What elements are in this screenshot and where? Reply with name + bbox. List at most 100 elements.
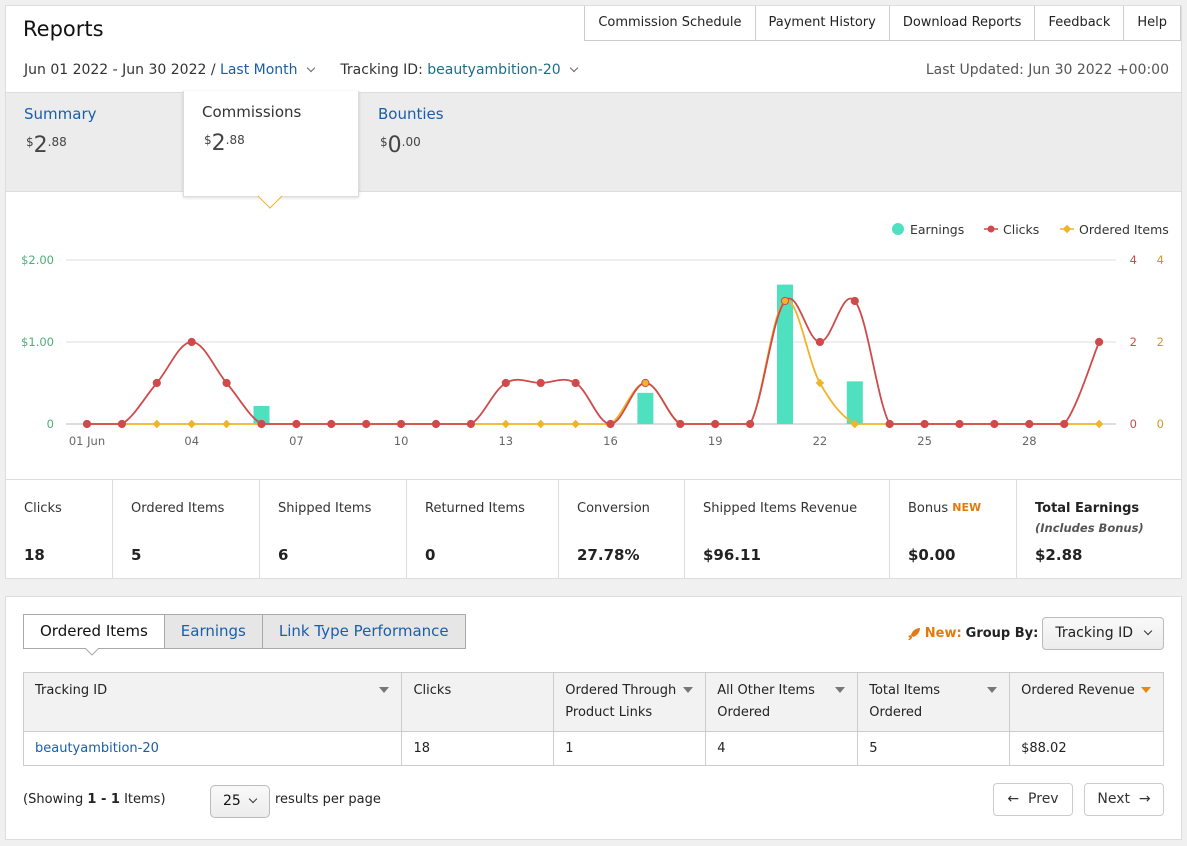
date-preset-dropdown[interactable]: Last Month: [220, 62, 318, 78]
tab-earnings[interactable]: Earnings: [164, 614, 263, 649]
metric-conversion: Conversion 27.78%: [559, 480, 685, 578]
metric-total-earnings: Total Earnings (Includes Bonus) $2.88: [1017, 480, 1181, 578]
group-by-value: Tracking ID: [1055, 625, 1133, 641]
clicks-point: [82, 419, 92, 429]
table-row: beautyambition-20 18 1 4 5 $88.02: [22, 731, 1164, 766]
arrow-left-icon: ←: [1007, 791, 1020, 807]
x-tick-label: 16: [603, 434, 618, 448]
metric-ordered-items-label: Ordered Items: [131, 501, 225, 516]
x-tick-label: 22: [813, 434, 828, 448]
clicks-point: [152, 378, 161, 388]
ordered-items-series: [82, 296, 1104, 429]
tab-link-type-performance[interactable]: Link Type Performance: [262, 614, 466, 649]
x-tick-label: 07: [289, 434, 304, 448]
clicks-point: [466, 419, 475, 429]
sort-arrow-icon[interactable]: [379, 687, 390, 693]
legend-earnings-marker: [892, 223, 904, 235]
legend-clicks: Clicks: [1003, 222, 1039, 237]
rocket-icon: [907, 627, 920, 640]
legend-ordered-items: Ordered Items: [1079, 222, 1169, 237]
per-page-select[interactable]: 25: [210, 785, 270, 818]
metric-shipped-revenue-value: $96.11: [703, 546, 761, 564]
legend-ordered-marker: [1062, 224, 1072, 234]
per-page-label: results per page: [275, 792, 381, 807]
ordered-items-point: [222, 419, 231, 429]
earnings-chart: Earnings Clicks Ordered Items $2.00 $1.00…: [21, 195, 1169, 448]
chart-legend: Earnings Clicks Ordered Items: [892, 222, 1169, 237]
tab-summary-amount: $2.88: [26, 133, 67, 158]
col-tracking-id[interactable]: Tracking ID: [22, 672, 403, 732]
new-label: New:: [924, 626, 962, 641]
per-page-value: 25: [223, 793, 241, 809]
clicks-line: [87, 297, 1100, 425]
next-label: Next: [1097, 791, 1130, 807]
ordered-items-point: [501, 419, 511, 429]
metric-ordered-items-value: 5: [131, 546, 142, 564]
download-reports-button[interactable]: Download Reports: [890, 6, 1036, 40]
cell-ordered-revenue: $88.02: [1009, 731, 1164, 766]
ordered-items-point: [152, 419, 162, 429]
active-tab-caret: [84, 647, 100, 656]
sort-arrow-icon[interactable]: [835, 687, 846, 693]
help-button[interactable]: Help: [1124, 6, 1181, 40]
clicks-point: [885, 419, 894, 429]
tracking-id-dropdown[interactable]: beautyambition-20: [427, 62, 578, 78]
metric-conversion-label: Conversion: [577, 501, 650, 516]
new-badge: NEW: [952, 501, 982, 514]
metric-shipped-items-value: 6: [278, 546, 289, 564]
feedback-button[interactable]: Feedback: [1035, 6, 1125, 40]
prev-button[interactable]: ← Prev: [993, 783, 1073, 816]
sort-arrow-icon[interactable]: [987, 687, 998, 693]
ordered-items-point: [187, 419, 196, 429]
group-by: New: Group By: Tracking ID: [906, 617, 1164, 650]
x-tick-label: 19: [708, 434, 723, 448]
ordered-items-point: [815, 378, 825, 388]
y-tick-label-clicks: 2: [1130, 335, 1137, 349]
clicks-point: [292, 419, 301, 429]
commission-schedule-button[interactable]: Commission Schedule: [585, 6, 756, 40]
y-tick-label-clicks: 0: [1130, 417, 1137, 431]
metric-total-earnings-label: Total Earnings: [1035, 501, 1140, 516]
sort-arrow-icon[interactable]: [1141, 687, 1151, 693]
y-axis-right-ordered: 4 2 0: [1157, 253, 1164, 431]
ordered-items-point: [536, 419, 545, 429]
col-ordered-revenue[interactable]: Ordered Revenue: [1009, 672, 1164, 732]
last-updated: Last Updated: Jun 30 2022 +00:00: [925, 62, 1169, 78]
ordered-items-table: Tracking ID Clicks Ordered Through Produ…: [22, 672, 1164, 766]
tab-commissions[interactable]: Commissions $2.88: [183, 91, 359, 197]
ordered-items-point: [1094, 419, 1104, 429]
metric-shipped-items: Shipped Items 6: [260, 480, 407, 578]
clicks-point: [327, 419, 336, 429]
y-tick-label-clicks: 4: [1130, 253, 1137, 267]
clicks-point: [955, 419, 964, 429]
filter-row: Jun 01 2022 - Jun 30 2022 / Last Month T…: [24, 62, 578, 78]
group-by-label: Group By:: [965, 626, 1039, 641]
top-nav: Commission Schedule Payment History Down…: [584, 6, 1181, 41]
tracking-id-value: beautyambition-20: [427, 62, 561, 78]
clicks-point: [1095, 337, 1104, 347]
payment-history-button[interactable]: Payment History: [756, 6, 890, 40]
cell-clicks: 18: [401, 731, 555, 766]
metric-bonus-label: Bonus NEW: [908, 501, 982, 516]
tab-ordered-items[interactable]: Ordered Items: [23, 614, 165, 649]
clicks-point: [222, 378, 231, 388]
tab-commissions-label: Commissions: [202, 103, 302, 121]
clicks-point: [397, 419, 406, 429]
metric-ordered-items: Ordered Items 5: [113, 480, 260, 578]
tab-summary[interactable]: Summary $2.88: [6, 93, 181, 193]
sort-arrow-icon[interactable]: [683, 687, 694, 693]
col-clicks[interactable]: Clicks: [401, 672, 555, 732]
next-button[interactable]: Next →: [1084, 783, 1164, 816]
col-total-items-ordered[interactable]: Total Items Ordered: [857, 672, 1011, 732]
group-by-select[interactable]: Tracking ID: [1042, 617, 1164, 650]
tab-commissions-amount: $2.88: [204, 131, 245, 156]
col-ordered-through-product-links[interactable]: Ordered Through Product Links: [553, 672, 707, 732]
tab-bounties[interactable]: Bounties $0.00: [360, 93, 535, 193]
col-all-other-items-ordered[interactable]: All Other Items Ordered: [705, 672, 859, 732]
cell-tracking-id[interactable]: beautyambition-20: [22, 731, 403, 766]
clicks-point: [1025, 419, 1034, 429]
chevron-down-icon: [306, 63, 315, 73]
table-header-row: Tracking ID Clicks Ordered Through Produ…: [22, 672, 1164, 732]
clicks-point: [780, 296, 790, 306]
metric-clicks: Clicks 18: [6, 480, 113, 578]
